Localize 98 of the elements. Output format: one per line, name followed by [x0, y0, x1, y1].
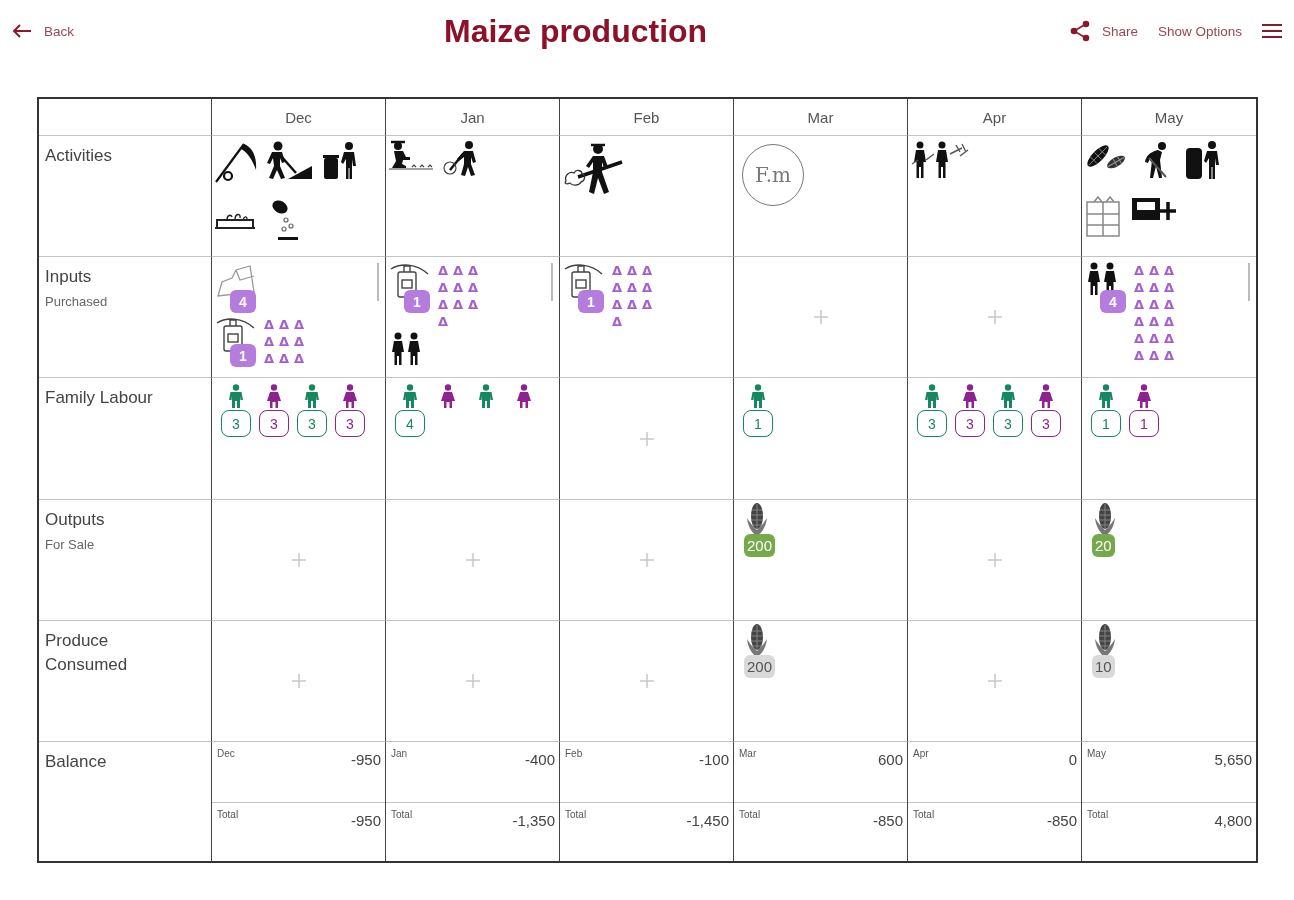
person-with-bin-icon	[322, 140, 358, 180]
balance-value: -950	[350, 751, 381, 768]
unit-markers: ΔΔΔΔΔΔΔΔΔ	[264, 316, 311, 367]
scrollbar-thumb[interactable]	[1248, 263, 1250, 301]
month-header: Jan	[460, 108, 485, 126]
balance-value: 600	[877, 751, 903, 768]
total-value: 4,800	[1214, 812, 1252, 829]
month-label: Dec	[217, 748, 235, 759]
row-sublabel: Purchased	[45, 293, 108, 309]
count-badge: 1	[1129, 410, 1159, 437]
quantity-badge: 10	[1092, 655, 1115, 678]
menu-icon[interactable]	[1262, 23, 1282, 39]
add-icon[interactable]	[638, 430, 655, 447]
add-icon[interactable]	[812, 309, 829, 325]
digging-person-icon	[266, 140, 314, 180]
maize-cob-icon	[1094, 502, 1116, 536]
total-value: -850	[872, 812, 903, 829]
month-header: Feb	[633, 108, 660, 126]
row-label: Inputs	[45, 266, 92, 288]
month-label: Apr	[913, 748, 929, 759]
count-badge: 1	[578, 290, 604, 313]
add-icon[interactable]	[638, 552, 655, 568]
add-icon[interactable]	[464, 673, 481, 689]
row-label: Produce Consumed	[45, 630, 129, 676]
add-icon[interactable]	[290, 552, 307, 568]
add-icon[interactable]	[986, 552, 1003, 568]
row-label: Family Labour	[45, 387, 153, 409]
month-label: Mar	[739, 748, 757, 759]
maize-cob-icon	[746, 502, 768, 536]
scrollbar-thumb[interactable]	[551, 263, 553, 301]
back-arrow-icon	[12, 23, 32, 39]
row-label: Activities	[45, 145, 113, 167]
month-label: May	[1087, 748, 1106, 759]
balance-value: -100	[698, 751, 729, 768]
month-header: Dec	[285, 108, 312, 126]
balance-value: 5,650	[1214, 751, 1252, 768]
person-with-sack-icon	[1184, 140, 1222, 180]
count-badge: 1	[743, 410, 773, 437]
back-button[interactable]: Back	[12, 23, 74, 39]
row-label: Outputs	[45, 509, 105, 531]
quantity-badge: 200	[744, 534, 776, 557]
maize-cob-icon	[746, 623, 768, 657]
seedling-tray-icon	[214, 212, 256, 230]
month-label: Feb	[565, 748, 583, 759]
total-label: Total	[391, 809, 413, 820]
count-badge: 3	[259, 410, 289, 437]
sprayer-icon	[564, 262, 604, 298]
show-options-button[interactable]: Show Options	[1157, 23, 1242, 39]
month-header: Mar	[807, 108, 834, 126]
sprayer-icon	[216, 316, 256, 352]
balance-value: 0	[1068, 751, 1077, 768]
share-icon	[1069, 20, 1090, 42]
month-header: May	[1154, 108, 1184, 126]
total-value: -950	[350, 812, 381, 829]
count-badge: 1	[404, 290, 430, 313]
add-icon[interactable]	[638, 673, 655, 689]
count-badge: 3	[221, 410, 251, 437]
count-badge: 3	[1031, 410, 1061, 437]
month-label: Jan	[391, 748, 408, 759]
maize-cob-icon	[1094, 623, 1116, 657]
quantity-badge: 200	[744, 655, 776, 678]
row-label: Balance	[45, 751, 107, 773]
count-badge: 1	[1091, 410, 1121, 437]
month-header: Apr	[982, 108, 1007, 126]
count-badge: 4	[1100, 290, 1126, 313]
add-icon[interactable]	[986, 309, 1003, 325]
count-badge: 3	[297, 410, 327, 437]
total-value: -1,450	[686, 812, 729, 829]
total-label: Total	[913, 809, 935, 820]
total-label: Total	[1087, 809, 1109, 820]
unit-markers: ΔΔΔΔΔΔΔΔΔΔ	[612, 262, 659, 330]
share-button[interactable]: Share	[1069, 20, 1138, 42]
balance-value: -400	[524, 751, 555, 768]
count-badge: 4	[230, 290, 256, 313]
two-people-icon	[910, 140, 970, 180]
add-icon[interactable]	[986, 673, 1003, 689]
add-icon[interactable]	[290, 673, 307, 689]
unit-markers: ΔΔΔΔΔΔΔΔΔΔΔΔΔΔΔΔΔΔ	[1134, 262, 1181, 364]
scrollbar-thumb[interactable]	[377, 263, 379, 301]
shelf-icon	[1084, 194, 1122, 238]
quantity-badge: 20	[1092, 534, 1115, 557]
total-label: Total	[565, 809, 587, 820]
row-sublabel: For Sale	[45, 536, 95, 552]
sprayer-icon	[390, 262, 430, 298]
count-badge: 1	[230, 344, 256, 367]
total-value: -1,350	[512, 812, 555, 829]
total-value: -850	[1046, 812, 1077, 829]
add-icon[interactable]	[464, 552, 481, 568]
count-badge: 3	[993, 410, 1023, 437]
count-badge: 3	[335, 410, 365, 437]
count-badge: 3	[955, 410, 985, 437]
crouching-person-icon	[388, 140, 434, 170]
unit-markers: ΔΔΔΔΔΔΔΔΔΔ	[438, 262, 485, 330]
total-label: Total	[739, 809, 761, 820]
count-badge: 3	[917, 410, 947, 437]
page-title: Maize production	[444, 12, 708, 50]
total-label: Total	[217, 809, 239, 820]
count-badge: 4	[395, 410, 425, 437]
